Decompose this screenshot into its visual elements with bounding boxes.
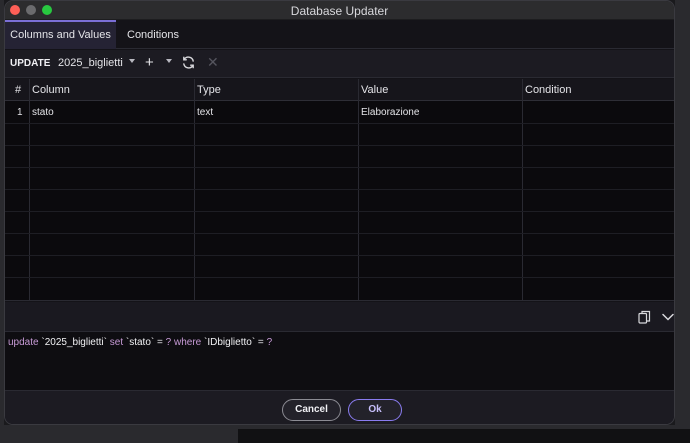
condition-cell[interactable] [522, 102, 525, 124]
update-label: UPDATE [10, 58, 51, 69]
sql-token: = [255, 337, 267, 348]
row-divider [5, 233, 674, 234]
row-divider [5, 277, 674, 278]
column-cell[interactable]: stato [29, 102, 54, 124]
value-cell[interactable]: Elaborazione [358, 102, 419, 124]
tab-conditions[interactable]: Conditions [119, 20, 187, 49]
row-number: 1 [17, 107, 23, 118]
row-divider [5, 211, 674, 212]
header-value[interactable]: Value [358, 79, 388, 101]
header-column[interactable]: Column [29, 79, 70, 101]
columns-grid: # Column Type Value Condition 1 stato te… [5, 79, 674, 301]
chevron-down-icon[interactable] [129, 59, 135, 63]
header-row-number: # [15, 84, 22, 96]
window-title: Database Updater [290, 4, 389, 18]
sql-token: update [8, 337, 39, 348]
sql-token: = [154, 337, 166, 348]
sql-token: `IDbiglietto` [204, 337, 256, 348]
toolbar: UPDATE 2025_biglietti + ✕ [5, 50, 674, 78]
row-divider [5, 123, 674, 124]
background-app-panel [675, 0, 690, 443]
sql-preview: update `2025_biglietti` set `stato` = ? … [5, 332, 674, 390]
tab-columns-and-values[interactable]: Columns and Values [5, 20, 116, 49]
row-divider [5, 167, 674, 168]
tab-bar: Columns and Values Conditions [5, 20, 674, 49]
sql-preview-toolbar [5, 302, 674, 332]
header-condition[interactable]: Condition [522, 79, 571, 101]
sql-statement: update `2025_biglietti` set `stato` = ? … [8, 337, 272, 348]
sql-token: ? [266, 337, 273, 348]
chevron-down-icon[interactable] [166, 59, 172, 63]
database-updater-dialog: Database Updater Columns and Values Cond… [4, 0, 675, 425]
refresh-icon[interactable] [181, 55, 196, 73]
sql-token: set [109, 337, 124, 348]
sql-token: where [173, 337, 202, 348]
plus-icon[interactable]: + [145, 54, 154, 71]
grid-header: # Column Type Value Condition [5, 79, 674, 101]
close-icon[interactable]: ✕ [207, 54, 219, 71]
ok-button[interactable]: Ok [348, 399, 402, 421]
header-type[interactable]: Type [194, 79, 221, 101]
dialog-footer: Cancel Ok [5, 390, 674, 424]
chevron-down-icon[interactable] [662, 312, 674, 324]
row-divider [5, 255, 674, 256]
row-divider [5, 189, 674, 190]
background-app-bottom [0, 425, 690, 443]
copy-icon[interactable] [638, 310, 651, 327]
sql-token: `2025_biglietti` [41, 337, 107, 348]
table-select[interactable]: 2025_biglietti [58, 57, 123, 69]
cancel-button[interactable]: Cancel [282, 399, 341, 421]
type-cell[interactable]: text [194, 102, 213, 124]
row-divider [5, 145, 674, 146]
title-bar: Database Updater [5, 1, 674, 20]
sql-token: `stato` [125, 337, 155, 348]
